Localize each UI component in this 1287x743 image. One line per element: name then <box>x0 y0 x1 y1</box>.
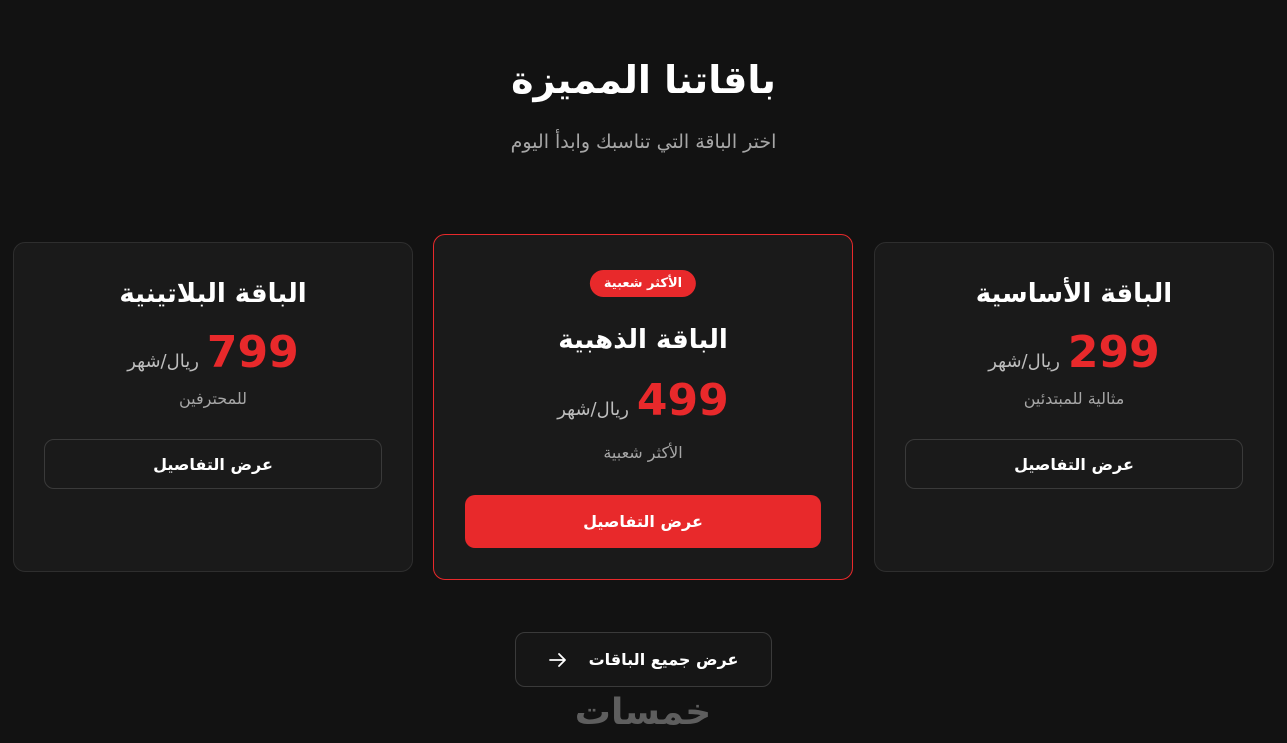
arrow-right-icon <box>548 652 567 668</box>
section-title: باقاتنا المميزة <box>511 58 776 102</box>
plan-price-row: 499 ريال/شهر <box>434 375 852 426</box>
plan-period: ريال/شهر <box>557 399 629 420</box>
popular-badge: الأكثر شعبية <box>589 270 697 297</box>
view-details-button-platinum[interactable]: عرض التفاصيل <box>44 439 382 489</box>
brand-logo: خمسات <box>563 690 723 734</box>
plan-description: للمحترفين <box>178 389 248 408</box>
view-details-button-gold[interactable]: عرض التفاصيل <box>465 495 821 548</box>
plan-card-gold: الأكثر شعبية الباقة الذهبية 499 ريال/شهر… <box>433 234 853 580</box>
plan-description: مثالية للمبتدئين <box>1023 389 1125 408</box>
plan-price-row: 299 ريال/شهر <box>875 327 1273 378</box>
plan-name: الباقة الذهبية <box>558 325 728 355</box>
plan-price: 499 <box>636 375 729 426</box>
plan-price: 799 <box>206 327 299 378</box>
plan-price: 299 <box>1067 327 1160 378</box>
section-subtitle: اختر الباقة التي تناسبك وابدأ اليوم <box>510 131 777 153</box>
view-all-plans-label: عرض جميع الباقات <box>588 650 739 669</box>
plan-period: ريال/شهر <box>127 351 199 372</box>
plan-name: الباقة البلاتينية <box>119 279 307 309</box>
pricing-section: باقاتنا المميزة اختر الباقة التي تناسبك … <box>0 0 1287 743</box>
view-details-button-basic[interactable]: عرض التفاصيل <box>905 439 1243 489</box>
plan-period: ريال/شهر <box>988 351 1060 372</box>
plan-description: الأكثر شعبية <box>603 443 683 462</box>
brand-logo-text: خمسات <box>574 691 712 733</box>
plan-card-basic: الباقة الأساسية 299 ريال/شهر مثالية للمب… <box>874 242 1274 572</box>
plan-name: الباقة الأساسية <box>975 279 1173 309</box>
plan-price-row: 799 ريال/شهر <box>14 327 412 378</box>
view-all-plans-button[interactable]: عرض جميع الباقات <box>515 632 772 687</box>
plan-card-platinum: الباقة البلاتينية 799 ريال/شهر للمحترفين… <box>13 242 413 572</box>
